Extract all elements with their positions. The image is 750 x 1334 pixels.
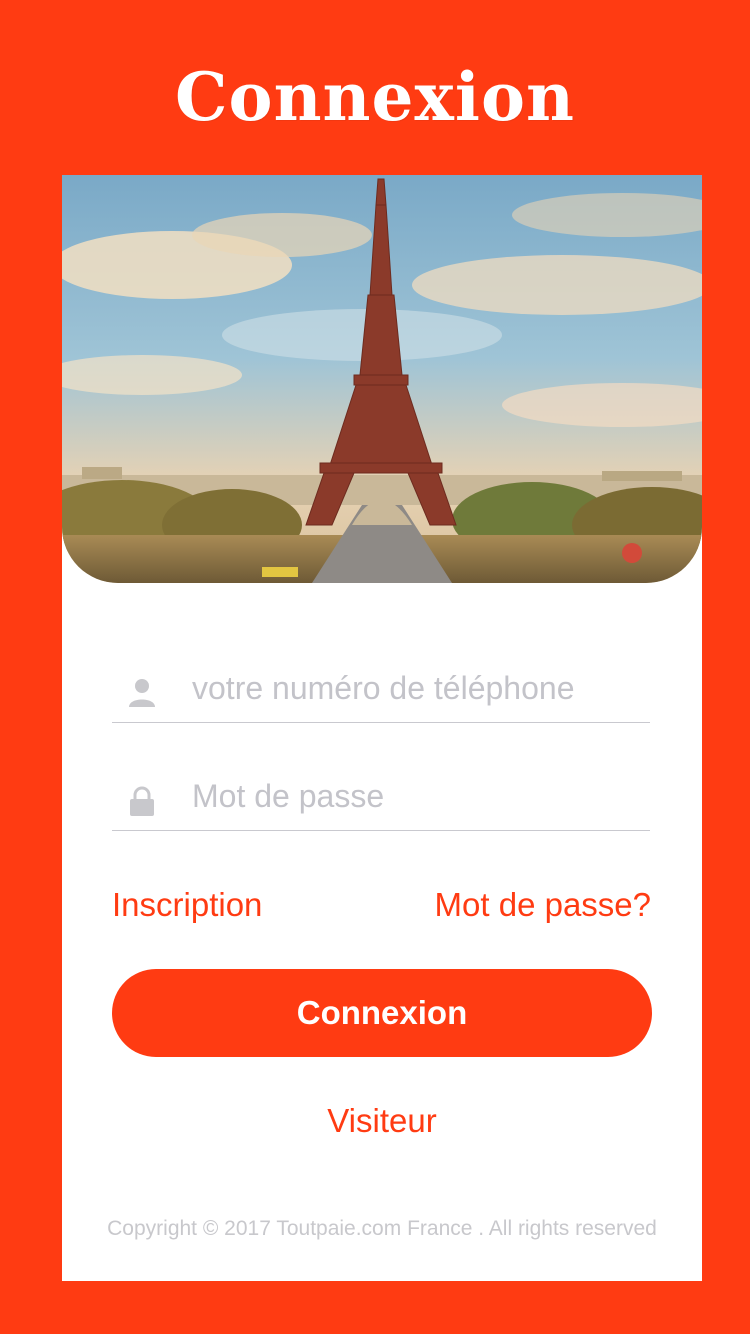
user-icon	[129, 679, 155, 707]
forgot-password-link[interactable]: Mot de passe?	[435, 883, 651, 927]
page-title: Connexion	[175, 58, 575, 136]
login-screen: Connexion votre numéro de téléphone Insc…	[0, 0, 750, 1334]
copyright-text: Copyright © 2017 Toutpaie.com France . A…	[107, 1217, 657, 1240]
login-button[interactable]: Connexion	[112, 969, 652, 1057]
eiffel-tower-photo	[62, 175, 702, 583]
login-card: Inscription Mot de passe? Connexion Visi…	[62, 175, 702, 1281]
hero-image	[62, 175, 702, 583]
visitor-link[interactable]: Visiteur	[62, 1099, 702, 1143]
password-input[interactable]	[192, 772, 642, 820]
phone-field	[112, 650, 650, 723]
lock-icon	[130, 786, 154, 816]
register-link[interactable]: Inscription	[112, 883, 262, 927]
phone-input[interactable]	[192, 664, 642, 712]
password-field	[112, 758, 650, 831]
